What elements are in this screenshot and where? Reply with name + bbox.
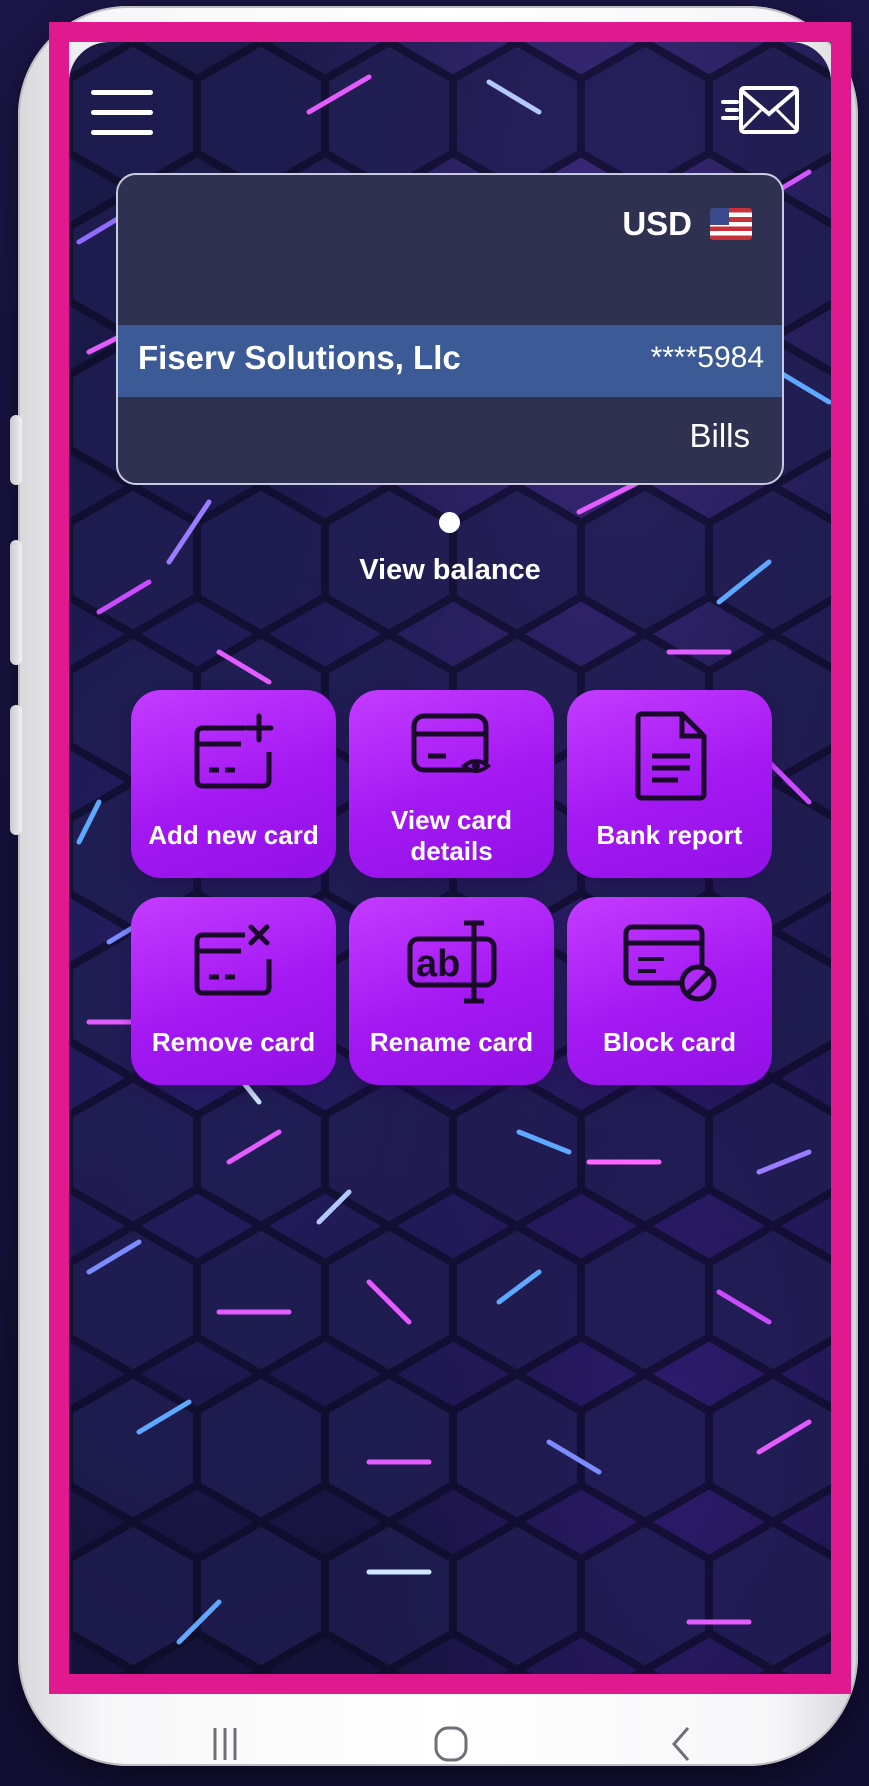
phone-side-button bbox=[10, 415, 22, 485]
back-icon[interactable] bbox=[662, 1724, 702, 1764]
phone-volume-up-button bbox=[10, 540, 22, 665]
home-icon[interactable] bbox=[432, 1724, 472, 1764]
system-navigation-bar bbox=[0, 1694, 869, 1786]
recents-icon[interactable] bbox=[205, 1724, 245, 1764]
highlight-frame bbox=[49, 22, 851, 1694]
phone-volume-down-button bbox=[10, 705, 22, 835]
